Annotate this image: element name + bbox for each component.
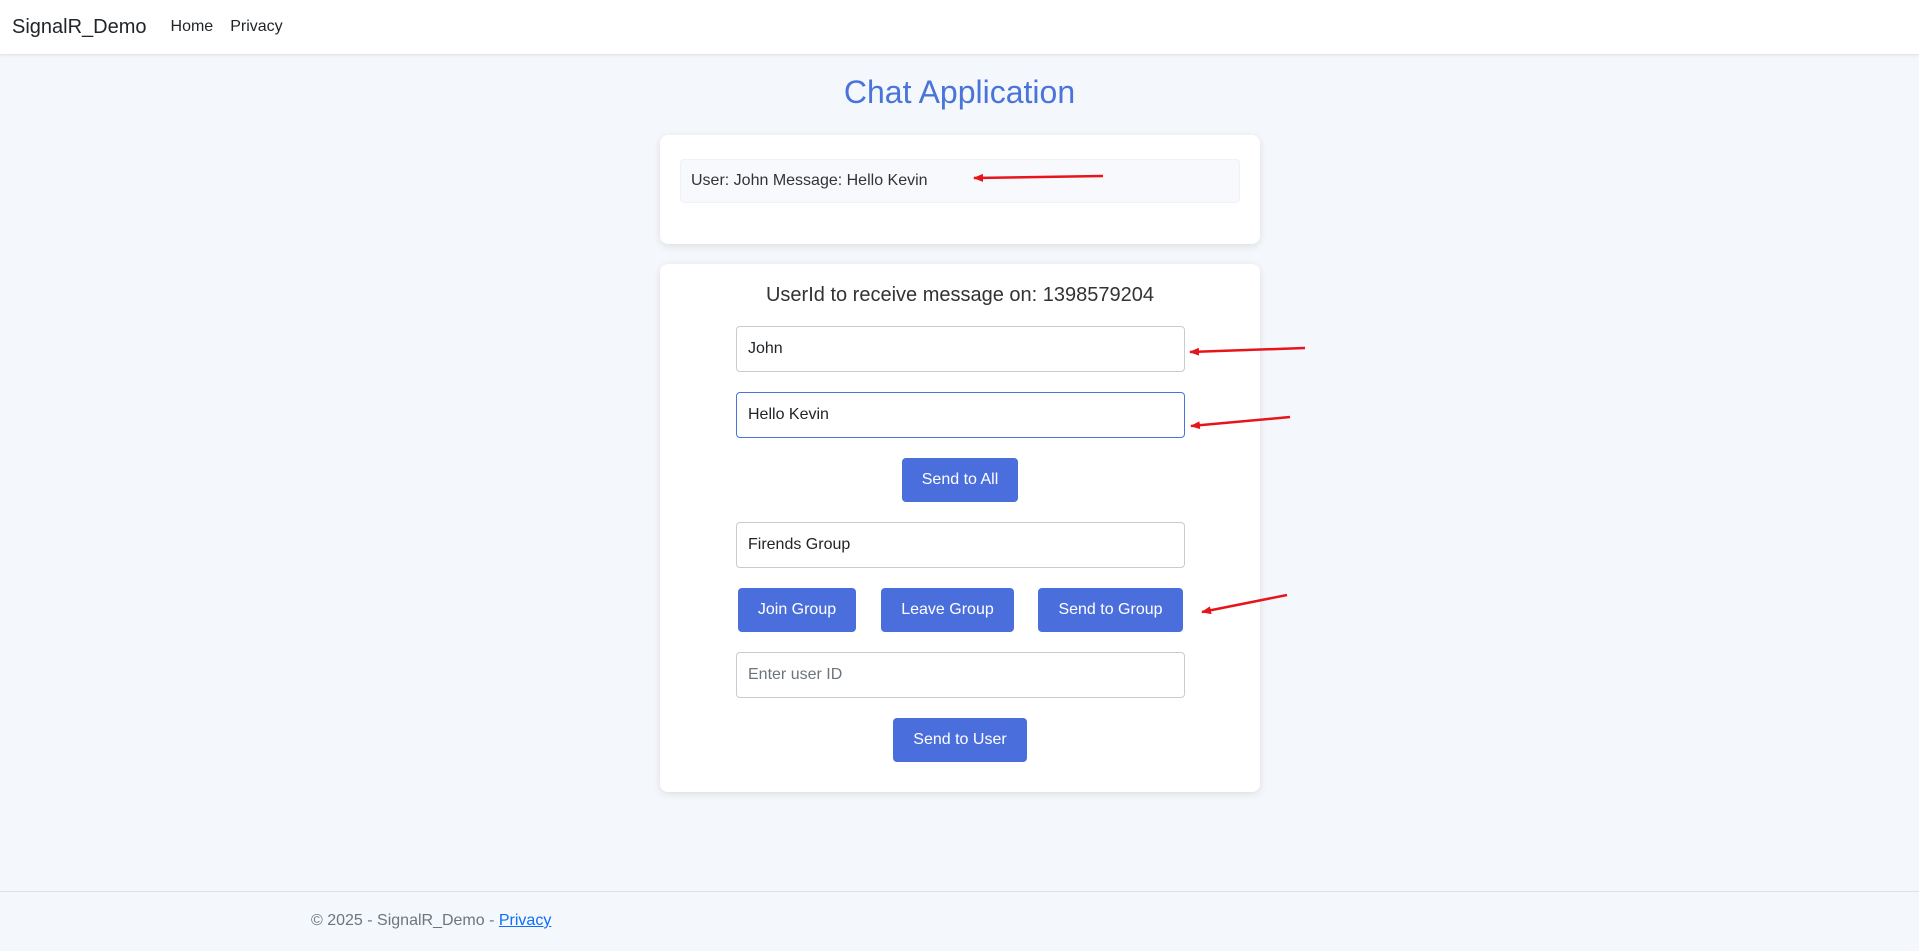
nav-link-privacy[interactable]: Privacy [230, 18, 282, 36]
leave-group-button[interactable]: Leave Group [881, 588, 1014, 632]
group-name-input[interactable] [736, 522, 1185, 568]
message-item: User: John Message: Hello Kevin [680, 159, 1240, 203]
nav-link-home[interactable]: Home [171, 18, 214, 36]
brand-link[interactable]: SignalR_Demo [12, 16, 147, 39]
userid-label: UserId to receive message on: 1398579204 [765, 284, 1155, 306]
messages-card: User: John Message: Hello Kevin [660, 135, 1260, 244]
send-to-user-button[interactable]: Send to User [893, 718, 1027, 762]
join-group-button[interactable]: Join Group [738, 588, 856, 632]
page-title: Chat Application [843, 74, 1076, 110]
message-input[interactable] [736, 392, 1185, 438]
send-to-all-button[interactable]: Send to All [902, 458, 1018, 502]
controls-card: UserId to receive message on: 1398579204… [660, 264, 1260, 792]
footer-text: © 2025 - SignalR_Demo - Privacy [311, 912, 551, 930]
top-navbar: SignalR_Demo Home Privacy [0, 0, 1919, 55]
footer-privacy-link[interactable]: Privacy [499, 912, 551, 929]
footer-copyright: © 2025 - SignalR_Demo - [311, 912, 499, 929]
send-to-group-button[interactable]: Send to Group [1038, 588, 1183, 632]
user-name-input[interactable] [736, 326, 1185, 372]
target-user-id-input[interactable] [736, 652, 1185, 698]
footer: © 2025 - SignalR_Demo - Privacy [0, 891, 1919, 951]
